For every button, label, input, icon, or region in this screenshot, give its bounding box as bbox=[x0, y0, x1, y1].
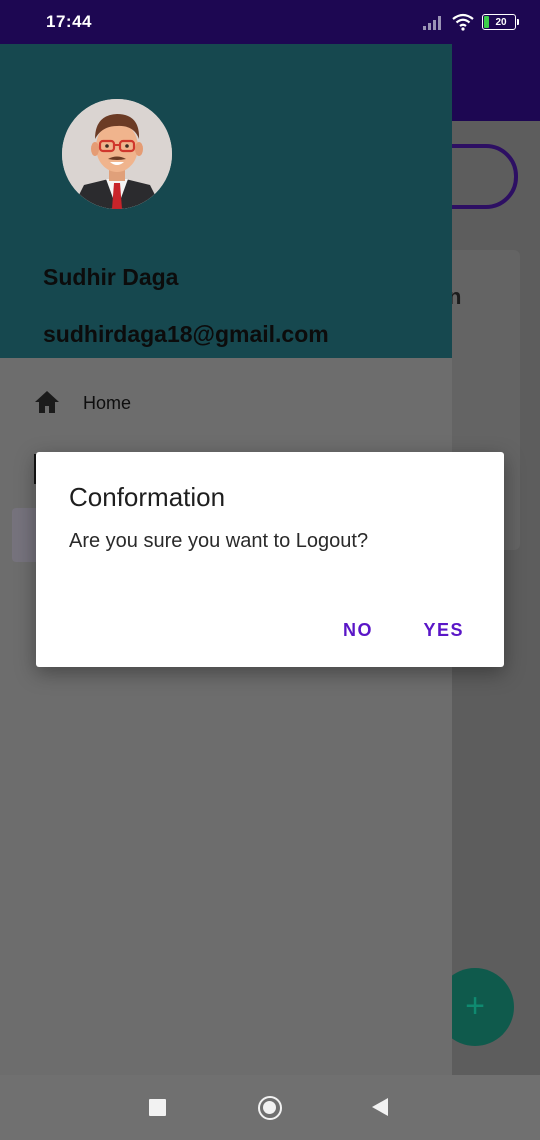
dialog-message: Are you sure you want to Logout? bbox=[69, 530, 369, 552]
drawer-user-name: Sudhir Daga bbox=[43, 264, 179, 290]
status-time: 17:44 bbox=[46, 12, 92, 31]
battery-icon: 20 bbox=[482, 14, 519, 30]
signal-icon bbox=[423, 16, 441, 30]
home-button[interactable] bbox=[258, 1096, 282, 1120]
status-bar: 17:44 20 bbox=[0, 0, 540, 44]
avatar bbox=[62, 99, 172, 209]
drawer-item-home[interactable]: Home bbox=[0, 378, 452, 428]
recents-button[interactable] bbox=[149, 1099, 166, 1116]
back-button[interactable] bbox=[371, 1097, 389, 1117]
home-icon bbox=[35, 391, 59, 413]
dialog-title: Conformation bbox=[69, 482, 226, 512]
avatar-illustration bbox=[62, 99, 172, 209]
no-button[interactable]: NO bbox=[343, 608, 373, 652]
system-navigation-bar bbox=[0, 1075, 540, 1140]
yes-button[interactable]: YES bbox=[423, 608, 464, 652]
drawer-user-email: sudhirdaga18@gmail.com bbox=[43, 321, 329, 347]
wifi-icon bbox=[452, 13, 474, 31]
drawer-item-label: Home bbox=[83, 393, 132, 413]
drawer-header: Sudhir Daga sudhirdaga18@gmail.com bbox=[0, 44, 452, 358]
home-circle-icon bbox=[263, 1101, 276, 1114]
status-icons: 20 bbox=[422, 12, 519, 32]
battery-level: 20 bbox=[495, 16, 507, 28]
logout-confirmation-dialog: Conformation Are you sure you want to Lo… bbox=[36, 452, 504, 667]
